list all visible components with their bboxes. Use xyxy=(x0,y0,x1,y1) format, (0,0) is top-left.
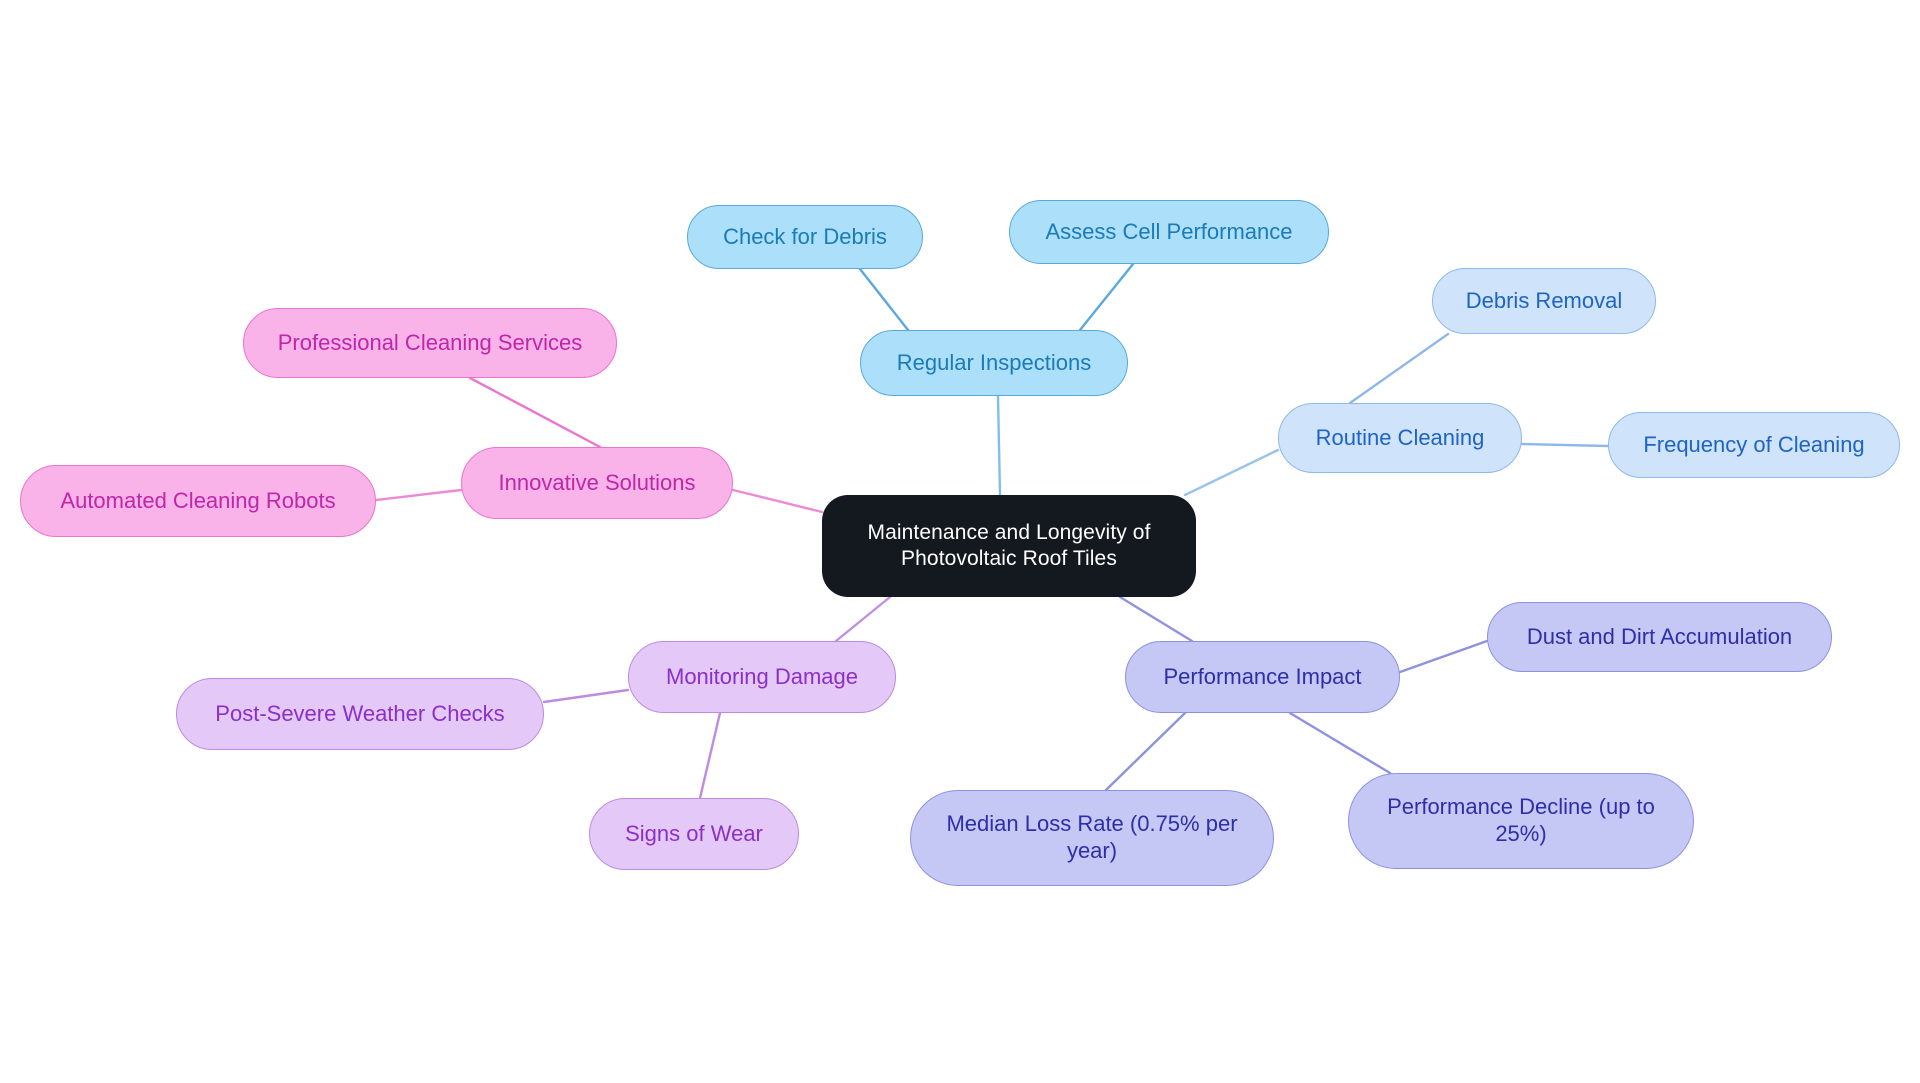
connector-regular-inspections-check-for-debris xyxy=(858,267,910,332)
connector-routine-cleaning-frequency xyxy=(1520,442,1610,448)
mindmap-root-node-label: Maintenance and Longevity of Photovoltai… xyxy=(867,521,1151,570)
leaf-node-dust-and-dirt-accumulation[interactable]: Dust and Dirt Accumulation xyxy=(1487,602,1832,672)
leaf-node-performance-decline-label: Performance Decline (up to 25%) xyxy=(1387,794,1655,846)
connector-root-performance-impact xyxy=(1118,595,1194,643)
connector-routine-cleaning-debris-removal xyxy=(1348,332,1450,405)
connector-performance-impact-median-loss xyxy=(1104,711,1187,792)
leaf-node-frequency-of-cleaning[interactable]: Frequency of Cleaning xyxy=(1608,412,1900,478)
leaf-node-dust-and-dirt-accumulation-label: Dust and Dirt Accumulation xyxy=(1526,623,1793,649)
leaf-node-post-severe-weather-checks-label: Post-Severe Weather Checks xyxy=(215,700,505,726)
branch-node-monitoring-damage[interactable]: Monitoring Damage xyxy=(628,641,896,713)
leaf-node-assess-cell-performance[interactable]: Assess Cell Performance xyxy=(1009,200,1329,264)
leaf-node-median-loss-rate[interactable]: Median Loss Rate (0.75% per year) xyxy=(910,790,1274,886)
connector-regular-inspections-assess-cell xyxy=(1078,262,1135,332)
mindmap-root-node[interactable]: Maintenance and Longevity of Photovoltai… xyxy=(822,495,1196,597)
leaf-node-signs-of-wear-label: Signs of Wear xyxy=(625,820,763,846)
connector-innovative-professional-cleaning xyxy=(468,376,602,449)
branch-node-monitoring-damage-label: Monitoring Damage xyxy=(666,663,858,689)
leaf-node-performance-decline[interactable]: Performance Decline (up to 25%) xyxy=(1348,773,1694,869)
connector-monitoring-damage-signs-of-wear xyxy=(698,711,722,800)
branch-node-innovative-solutions[interactable]: Innovative Solutions xyxy=(461,447,733,519)
leaf-node-automated-cleaning-robots[interactable]: Automated Cleaning Robots xyxy=(20,465,376,537)
connector-root-regular-inspections xyxy=(996,394,1002,497)
leaf-node-professional-cleaning-services[interactable]: Professional Cleaning Services xyxy=(243,308,617,378)
leaf-node-automated-cleaning-robots-label: Automated Cleaning Robots xyxy=(60,487,336,513)
connector-monitoring-damage-post-severe xyxy=(542,688,630,704)
leaf-node-check-for-debris[interactable]: Check for Debris xyxy=(687,205,923,269)
leaf-node-signs-of-wear[interactable]: Signs of Wear xyxy=(589,798,799,870)
leaf-node-check-for-debris-label: Check for Debris xyxy=(723,223,887,249)
leaf-node-frequency-of-cleaning-label: Frequency of Cleaning xyxy=(1643,431,1865,457)
connector-performance-impact-decline xyxy=(1288,711,1392,775)
branch-node-innovative-solutions-label: Innovative Solutions xyxy=(498,469,696,495)
connector-innovative-automated-robots xyxy=(374,488,463,502)
branch-node-regular-inspections-label: Regular Inspections xyxy=(896,349,1092,375)
leaf-node-median-loss-rate-label: Median Loss Rate (0.75% per year) xyxy=(946,811,1238,863)
leaf-node-debris-removal[interactable]: Debris Removal xyxy=(1432,268,1656,334)
leaf-node-assess-cell-performance-label: Assess Cell Performance xyxy=(1045,218,1293,244)
connector-performance-impact-dust xyxy=(1398,639,1489,674)
branch-node-performance-impact[interactable]: Performance Impact xyxy=(1125,641,1400,713)
leaf-node-professional-cleaning-services-label: Professional Cleaning Services xyxy=(277,329,583,355)
connector-root-routine-cleaning xyxy=(1183,448,1280,497)
mindmap-canvas: Maintenance and Longevity of Photovoltai… xyxy=(0,0,1920,1083)
leaf-node-debris-removal-label: Debris Removal xyxy=(1465,287,1623,313)
leaf-node-post-severe-weather-checks[interactable]: Post-Severe Weather Checks xyxy=(176,678,544,750)
branch-node-performance-impact-label: Performance Impact xyxy=(1163,663,1362,689)
connector-root-innovative-solutions xyxy=(731,488,824,514)
connector-root-monitoring-damage xyxy=(834,595,892,643)
branch-node-routine-cleaning[interactable]: Routine Cleaning xyxy=(1278,403,1522,473)
branch-node-regular-inspections[interactable]: Regular Inspections xyxy=(860,330,1128,396)
branch-node-routine-cleaning-label: Routine Cleaning xyxy=(1315,424,1485,450)
